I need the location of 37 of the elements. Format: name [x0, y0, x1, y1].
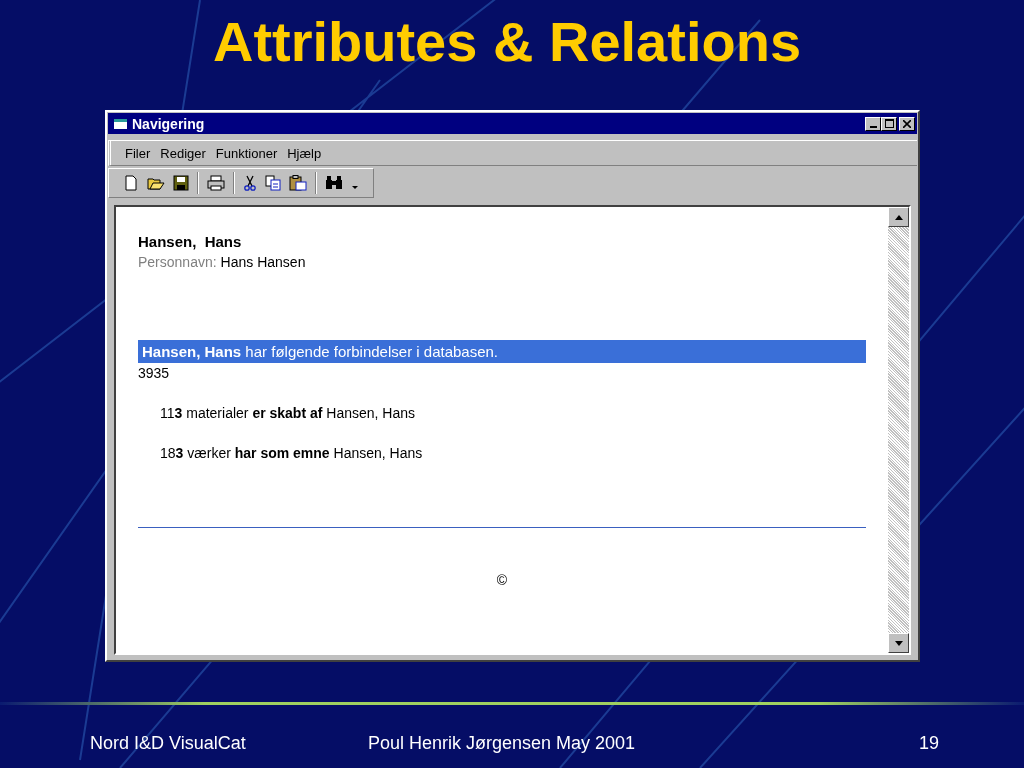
- close-button[interactable]: [899, 116, 915, 131]
- new-document-icon[interactable]: [123, 175, 139, 191]
- relations-banner: Hansen, Hans har følgende forbindelser i databasen.: [138, 340, 866, 363]
- menu-item[interactable]: Filer: [125, 145, 151, 161]
- slide-title: Attributes & Relations: [211, 9, 803, 75]
- menu-item[interactable]: Rediger: [160, 145, 206, 161]
- maximize-button[interactable]: [881, 116, 897, 131]
- copy-icon[interactable]: [265, 175, 281, 191]
- vertical-scrollbar[interactable]: [888, 207, 909, 653]
- app-icon: [113, 116, 129, 131]
- relation-link[interactable]: 183 værker har som emne Hansen, Hans: [160, 445, 423, 461]
- menu-item[interactable]: Hjælp: [287, 145, 322, 161]
- relation-link[interactable]: 113 materialer er skabt af Hansen, Hans: [160, 405, 416, 421]
- person-heading: Hansen, Hans: [138, 233, 242, 250]
- copyright-sign: ©: [496, 572, 508, 588]
- binoculars-icon[interactable]: [325, 175, 343, 191]
- open-folder-icon[interactable]: [147, 175, 165, 191]
- field-label: Personnavn:: [138, 254, 217, 270]
- page-number: 19: [918, 733, 939, 754]
- down-arrow-icon: [894, 640, 903, 646]
- scroll-up-button[interactable]: [888, 207, 909, 227]
- footer-text: Nord I&D VisualCat: [90, 733, 247, 754]
- menu-item[interactable]: Funktioner: [215, 145, 278, 161]
- scissors-icon[interactable]: [243, 175, 257, 191]
- minimize-icon: [869, 125, 877, 128]
- maximize-icon: [884, 119, 894, 128]
- printer-icon[interactable]: [207, 175, 225, 191]
- save-icon[interactable]: [173, 175, 189, 191]
- close-icon: [903, 119, 911, 128]
- footer-author: Poul Henrik Jørgensen May 2001: [368, 733, 637, 754]
- window-title: Navigering: [132, 115, 206, 132]
- paste-icon[interactable]: [289, 175, 307, 191]
- scroll-down-button[interactable]: [888, 633, 909, 653]
- minimize-button[interactable]: [865, 116, 881, 131]
- field-value: Hans Hansen: [220, 254, 306, 270]
- record-count: 3935: [138, 365, 170, 381]
- up-arrow-icon: [894, 214, 903, 220]
